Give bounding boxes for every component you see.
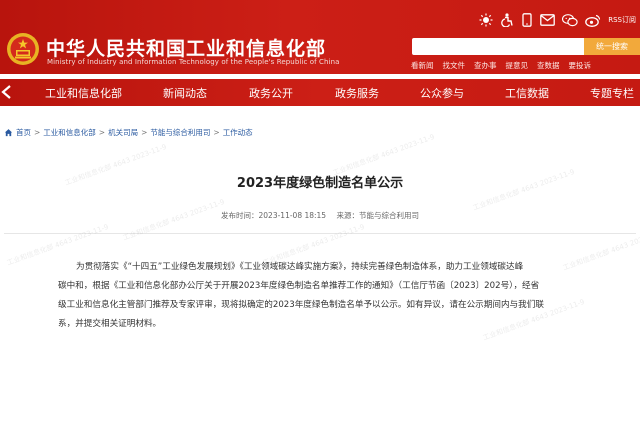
wechat-icon[interactable] (562, 13, 578, 27)
accessibility-icon[interactable] (500, 13, 514, 27)
article-source: 来源：节能与综合利用司 (336, 211, 419, 220)
breadcrumb-energy-dept[interactable]: 节能与综合利用司 (150, 127, 210, 138)
site-subtitle-en: Ministry of Industry and Information Tec… (47, 58, 340, 66)
breadcrumb-separator: > (141, 128, 148, 137)
search-input[interactable] (412, 38, 584, 55)
nav-item-gov-services[interactable]: 政务服务 (335, 85, 379, 101)
nav-item-data[interactable]: 工信数据 (505, 85, 549, 101)
site-header: 中华人民共和国工业和信息化部 Ministry of Industry and … (0, 0, 640, 74)
quick-link-feedback[interactable]: 提意见 (506, 60, 529, 71)
breadcrumb-work-news[interactable]: 工作动态 (223, 127, 253, 138)
mail-icon[interactable] (540, 14, 556, 26)
breadcrumb-home[interactable]: 首页 (16, 127, 31, 138)
breadcrumb-ministry[interactable]: 工业和信息化部 (43, 127, 96, 138)
site-title[interactable]: 中华人民共和国工业和信息化部 (46, 34, 326, 61)
breadcrumb-separator: > (213, 128, 220, 137)
quick-link-complaint[interactable]: 要投诉 (569, 60, 592, 71)
article-title: 2023年度绿色制造名单公示 (236, 176, 404, 191)
quick-link-documents[interactable]: 找文件 (443, 60, 466, 71)
weather-sun-icon[interactable] (479, 13, 493, 27)
quick-links: 看新闻 找文件 查办事 提意见 查数据 要投诉 (411, 60, 591, 71)
article-body: 为贯彻落实《“十四五”工业绿色发展规划》《工业领域碳达峰实施方案》，持续完善绿色… (58, 258, 640, 334)
weibo-icon[interactable] (585, 14, 601, 27)
nav-item-gov-affairs[interactable]: 政务公开 (249, 85, 293, 101)
article-meta: 发布时间：2023-11-08 18:15 来源：节能与综合利用司 (0, 210, 640, 221)
quick-link-data[interactable]: 查数据 (537, 60, 560, 71)
national-emblem-icon (7, 33, 39, 65)
nav-item-public-participation[interactable]: 公众参与 (420, 85, 464, 101)
article-paragraph-line: 碳中和，根据《工业和信息化部办公厅关于开展2023年度绿色制造名单推荐工作的通知… (58, 281, 540, 291)
breadcrumb-departments[interactable]: 机关司局 (108, 127, 138, 138)
quick-link-news[interactable]: 看新闻 (411, 60, 434, 71)
divider (4, 233, 636, 234)
nav-item-news[interactable]: 新闻动态 (163, 85, 207, 101)
article-paragraph-line: 为贯彻落实《“十四五”工业绿色发展规划》《工业领域碳达峰实施方案》，持续完善绿色… (76, 262, 524, 272)
breadcrumb: 首页 > 工业和信息化部 > 机关司局 > 节能与综合利用司 > 工作动态 (4, 127, 253, 138)
article-paragraph-line: 系，并提交相关证明材料。 (58, 319, 162, 329)
mobile-phone-icon[interactable] (521, 13, 533, 27)
main-nav: 工业和信息化部 新闻动态 政务公开 政务服务 公众参与 工信数据 专题专栏 (0, 79, 640, 106)
breadcrumb-separator: > (98, 128, 106, 137)
rss-link[interactable]: RSS订阅 (608, 15, 636, 25)
top-tool-icons: RSS订阅 (479, 12, 636, 28)
nav-arrow-icon[interactable] (0, 84, 16, 100)
article-paragraph-line: 级工业和信息化主管部门推荐及专家评审，现将拟确定的2023年度绿色制造名单予以公… (58, 300, 544, 310)
breadcrumb-separator: > (34, 128, 41, 137)
home-icon (4, 129, 13, 137)
unified-search-button[interactable]: 统一搜索 (584, 38, 640, 55)
quick-link-services[interactable]: 查办事 (474, 60, 497, 71)
nav-item-ministry[interactable]: 工业和信息化部 (45, 85, 122, 101)
publish-time: 发布时间：2023-11-08 18:15 (221, 211, 327, 220)
nav-item-special-topics[interactable]: 专题专栏 (590, 85, 634, 101)
